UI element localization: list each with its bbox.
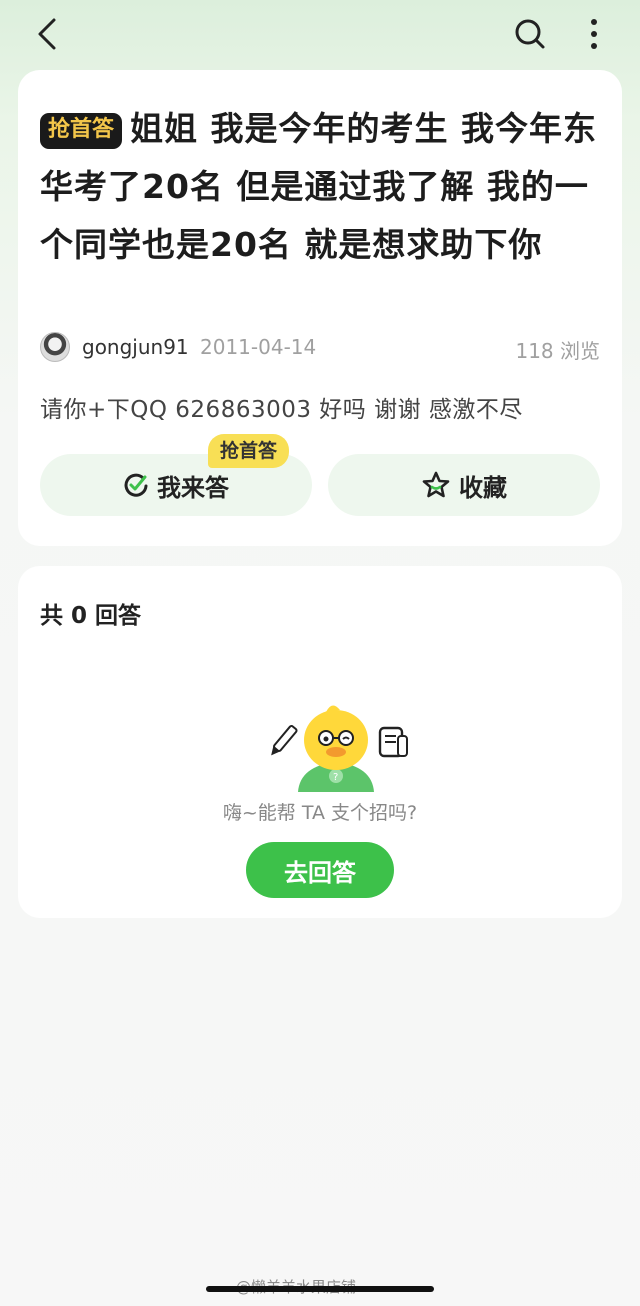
collect-button[interactable]: 收藏 (328, 454, 600, 516)
question-meta: gongjun91 2011-04-14 118 浏览 (40, 330, 600, 366)
answer-count: 共 0 回答 (40, 603, 142, 629)
home-indicator[interactable] (206, 1286, 434, 1292)
empty-answers-prompt: 嗨~能帮 TA 支个招吗? (222, 802, 418, 824)
search-button[interactable] (510, 14, 550, 54)
collect-button-label: 收藏 (459, 473, 507, 502)
search-icon (515, 19, 545, 49)
answers-card: 共 0 回答 ? 嗨~能帮 TA 支个招吗? 去回答 (18, 566, 622, 918)
go-answer-button[interactable]: 去回答 (246, 842, 394, 898)
edit-check-icon (124, 473, 148, 497)
author-name[interactable]: gongjun91 (82, 335, 189, 359)
top-bar (0, 0, 640, 70)
question-title: 姐姐 我是今年的考生 我今年东华考了20名 但是通过我了解 我的一个同学也是20… (40, 109, 597, 264)
more-options-button[interactable] (578, 14, 610, 54)
pencil-icon (271, 724, 298, 756)
first-answer-floating-badge: 抢首答 (208, 434, 290, 468)
avatar[interactable] (40, 332, 70, 362)
star-icon (422, 471, 450, 498)
first-answer-badge: 抢首答 (40, 113, 123, 149)
more-vertical-icon (591, 19, 597, 49)
question-title-block: 抢首答 姐姐 我是今年的考生 我今年东华考了20名 但是通过我了解 我的一个同学也… (40, 100, 610, 274)
view-count: 118 浏览 (515, 339, 600, 363)
question-body: 请你+下QQ 626863003 好吗 谢谢 感激不尽 (40, 397, 523, 423)
back-button[interactable] (30, 14, 70, 54)
svg-text:?: ? (333, 772, 338, 783)
question-card: 抢首答 姐姐 我是今年的考生 我今年东华考了20名 但是通过我了解 我的一个同学也… (18, 70, 622, 546)
duck-mascot-illustration: ? (271, 705, 408, 792)
post-date: 2011-04-14 (200, 335, 317, 359)
chevron-left-icon (38, 18, 56, 50)
note-icon (378, 726, 408, 758)
answer-button-label: 我来答 (157, 473, 229, 502)
